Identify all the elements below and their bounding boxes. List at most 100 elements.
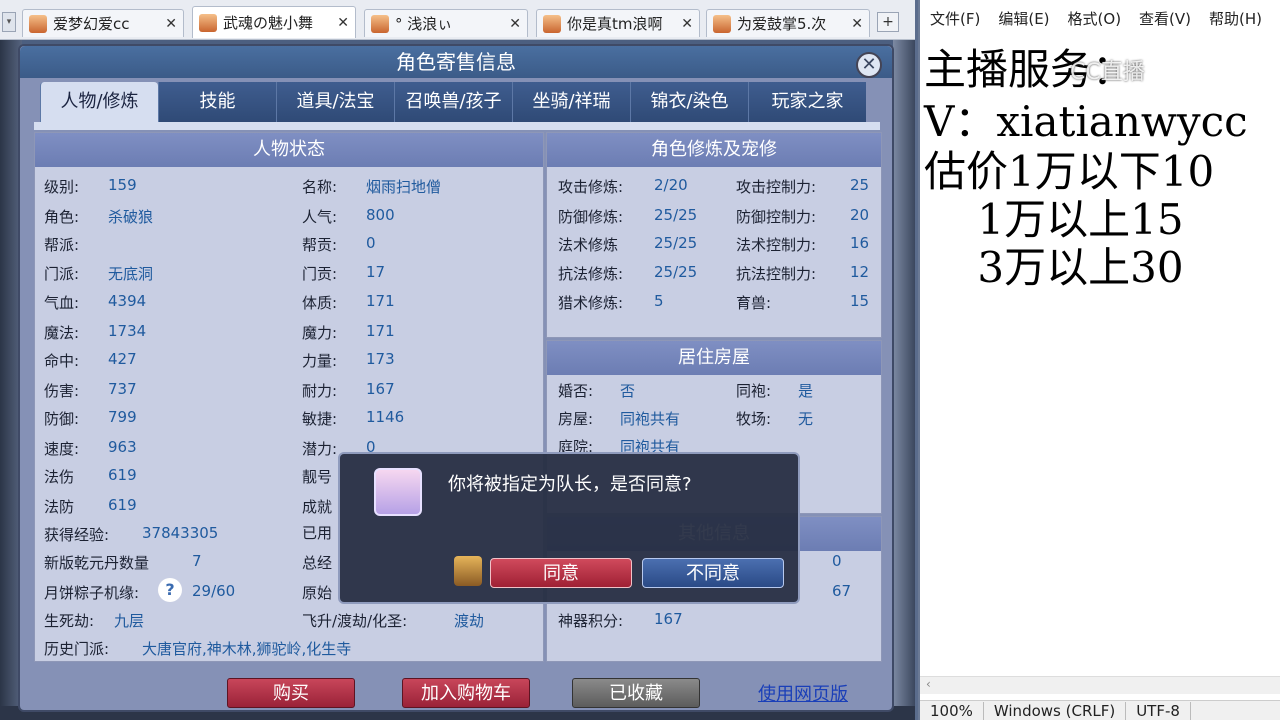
browser-tab-active[interactable]: 武魂の魅小舞 ✕ (192, 6, 356, 38)
stat-row: 737 (108, 380, 137, 398)
control-row: 抗法控制力: (736, 263, 816, 284)
add-cart-button[interactable]: 加入购物车 (402, 678, 530, 708)
new-tab-button[interactable]: + (877, 12, 899, 32)
qianyuan-value: 7 (192, 552, 202, 570)
menu-edit[interactable]: 编辑(E) (998, 8, 1049, 34)
tab-underline (34, 122, 880, 130)
stat-row: 角色: (44, 206, 79, 227)
close-icon[interactable]: ✕ (856, 52, 882, 78)
browser-tab[interactable]: 为爱鼓掌5.次 ✕ (706, 9, 870, 37)
cultivation-row: 25/25 (654, 206, 697, 224)
tab-scroll-button[interactable]: ▾ (2, 12, 16, 32)
stat-label: 原始 (302, 584, 333, 602)
stat-row: 靓号 (302, 466, 332, 487)
cultivation-label: 法术修炼 (558, 236, 619, 254)
tab-home[interactable]: 玩家之家 (748, 82, 866, 122)
web-version-link[interactable]: 使用网页版 (758, 680, 848, 706)
feisheng-row: 渡劫 (454, 610, 484, 631)
menu-file[interactable]: 文件(F) (930, 8, 980, 34)
disagree-button[interactable]: 不同意 (642, 558, 784, 588)
stat-value: 159 (108, 176, 137, 194)
housing-label: 牧场: (736, 410, 772, 428)
stat-row: 耐力: (302, 380, 337, 401)
tab-mounts[interactable]: 坐骑/祥瑞 (512, 82, 630, 122)
stat-row: 杀破狼 (108, 206, 153, 227)
menu-format[interactable]: 格式(O) (1068, 8, 1122, 34)
qianyuan-label: 新版乾元丹数量 (44, 554, 150, 572)
avatar-icon (713, 14, 731, 33)
stat-value: 171 (366, 322, 395, 340)
control-row: 攻击控制力: (736, 176, 816, 197)
stat-row: 0 (366, 234, 376, 252)
stat-row: 速度: (44, 438, 79, 459)
cultivation-row: 攻击修炼: (558, 176, 623, 197)
stat-row: 4394 (108, 292, 146, 310)
control-value: 16 (850, 234, 870, 252)
cultivation-row: 5 (654, 292, 664, 310)
stat-row: 已用 (302, 522, 332, 543)
other-row: 67 (832, 582, 851, 600)
stat-row: 名称: (302, 176, 337, 197)
help-icon[interactable]: ? (158, 578, 182, 602)
stat-row: 171 (366, 292, 395, 310)
history-label: 历史门派: (44, 640, 110, 658)
stat-label: 级别: (44, 178, 80, 196)
control-value: 25 (850, 176, 870, 194)
stat-row: 800 (366, 206, 395, 224)
mooncake-row: 29/60 (192, 582, 235, 600)
tab-skills[interactable]: 技能 (158, 82, 276, 122)
cultivation-row: 抗法修炼: (558, 263, 623, 284)
close-icon[interactable]: ✕ (851, 16, 863, 32)
control-row: 15 (850, 292, 869, 310)
stat-label: 靓号 (302, 468, 333, 486)
tab-pets[interactable]: 召唤兽/孩子 (394, 82, 512, 122)
browser-tab[interactable]: ° 浅浪ぃ ✕ (364, 9, 528, 37)
tab-items[interactable]: 道具/法宝 (276, 82, 394, 122)
stat-label: 魔法: (44, 324, 80, 342)
cultivation-value: 25/25 (654, 263, 698, 281)
stat-row: 171 (366, 322, 395, 340)
tab-outfits[interactable]: 锦衣/染色 (630, 82, 748, 122)
menu-help[interactable]: 帮助(H) (1209, 8, 1262, 34)
stat-label: 力量: (302, 352, 338, 370)
control-row: 16 (850, 234, 869, 252)
game-window: ▾ 爱梦幻爱cc ✕ 武魂の魅小舞 ✕ ° 浅浪ぃ ✕ 你是真tm浪啊 ✕ 为爱… (0, 0, 915, 720)
horizontal-scrollbar[interactable]: ‹ (920, 676, 1280, 694)
browser-tabbar: ▾ 爱梦幻爱cc ✕ 武魂の魅小舞 ✕ ° 浅浪ぃ ✕ 你是真tm浪啊 ✕ 为爱… (0, 0, 915, 40)
favorited-button[interactable]: 已收藏 (572, 678, 700, 708)
close-icon[interactable]: ✕ (681, 16, 693, 32)
stat-value: 0 (366, 234, 376, 252)
tab-character[interactable]: 人物/修炼 (40, 82, 158, 122)
stat-label: 法防 (44, 498, 75, 516)
avatar-icon (199, 13, 217, 32)
notepad-line[interactable]: 3万以上30 (924, 234, 1183, 295)
stat-value: 1146 (366, 408, 405, 426)
stat-value: 171 (366, 292, 395, 310)
close-icon[interactable]: ✕ (337, 15, 349, 31)
stat-row: 总经 (302, 552, 332, 573)
stat-label: 魔力: (302, 324, 338, 342)
control-row: 育兽: (736, 292, 771, 313)
close-icon[interactable]: ✕ (165, 16, 177, 32)
browser-tab[interactable]: 你是真tm浪啊 ✕ (536, 9, 700, 37)
stat-label: 体质: (302, 294, 338, 312)
mooncake-value: 29/60 (192, 582, 236, 600)
buy-button[interactable]: 购买 (227, 678, 355, 708)
stat-row: 烟雨扫地僧 (366, 176, 441, 197)
control-value: 15 (850, 292, 870, 310)
mooncake-help[interactable]: ? (158, 578, 182, 602)
game-background-right (893, 40, 915, 720)
browser-tab[interactable]: 爱梦幻爱cc ✕ (22, 9, 184, 37)
stat-label: 已用 (302, 524, 333, 542)
stat-row: 619 (108, 496, 137, 514)
control-row: 法术控制力: (736, 234, 816, 255)
stat-row: 魔力: (302, 322, 337, 343)
agree-button[interactable]: 同意 (490, 558, 632, 588)
close-icon[interactable]: ✕ (509, 16, 521, 32)
housing-row: 牧场: (736, 408, 771, 429)
menu-view[interactable]: 查看(V) (1139, 8, 1191, 34)
cultivation-label: 攻击修炼: (558, 178, 624, 196)
stat-value: 167 (366, 380, 395, 398)
stat-row: 799 (108, 408, 137, 426)
exp-value: 37843305 (142, 524, 219, 542)
